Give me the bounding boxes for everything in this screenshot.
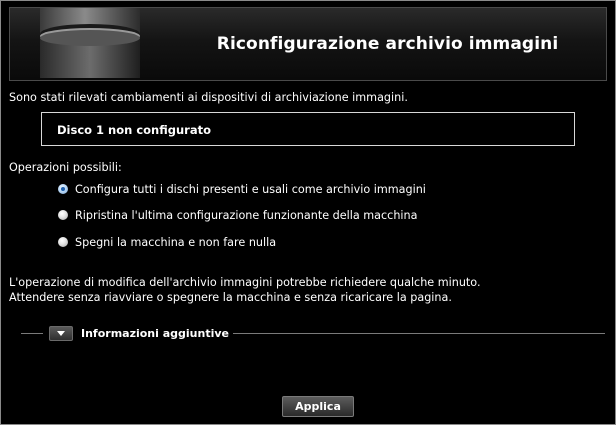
notice-line-2: Attendere senza riavviare o spegnere la … <box>9 291 452 304</box>
disk-status-box: Disco 1 non configurato <box>41 112 575 146</box>
option-shutdown[interactable]: Spegni la macchina e non fare nulla <box>58 234 276 250</box>
option-label: Ripristina l'ultima configurazione funzi… <box>75 208 418 222</box>
option-label: Spegni la macchina e non fare nulla <box>75 235 277 249</box>
dialog-header: Riconfigurazione archivio immagini <box>9 7 607 81</box>
radio-selected-icon[interactable] <box>58 184 68 194</box>
option-restore-config[interactable]: Ripristina l'ultima configurazione funzi… <box>58 207 417 223</box>
option-configure-disks[interactable]: Configura tutti i dischi presenti e usal… <box>58 181 426 197</box>
expand-info-button[interactable] <box>49 326 73 341</box>
operations-heading: Operazioni possibili: <box>9 161 122 174</box>
dialog-window: Riconfigurazione archivio immagini Sono … <box>0 0 616 425</box>
disk-status-text: Disco 1 non configurato <box>57 123 212 137</box>
notice-line-1: L'operazione di modifica dell'archivio i… <box>9 276 481 289</box>
radio-icon[interactable] <box>58 210 68 220</box>
page-title: Riconfigurazione archivio immagini <box>216 34 559 54</box>
storage-disk-icon <box>40 8 140 78</box>
option-label: Configura tutti i dischi presenti e usal… <box>75 182 426 196</box>
additional-info-label[interactable]: Informazioni aggiuntive <box>81 327 229 340</box>
divider <box>21 333 43 334</box>
chevron-down-icon <box>57 331 65 336</box>
apply-button[interactable]: Applica <box>282 396 354 417</box>
divider <box>233 333 605 334</box>
detection-message: Sono stati rilevati cambiamenti ai dispo… <box>9 91 408 104</box>
radio-icon[interactable] <box>58 237 68 247</box>
